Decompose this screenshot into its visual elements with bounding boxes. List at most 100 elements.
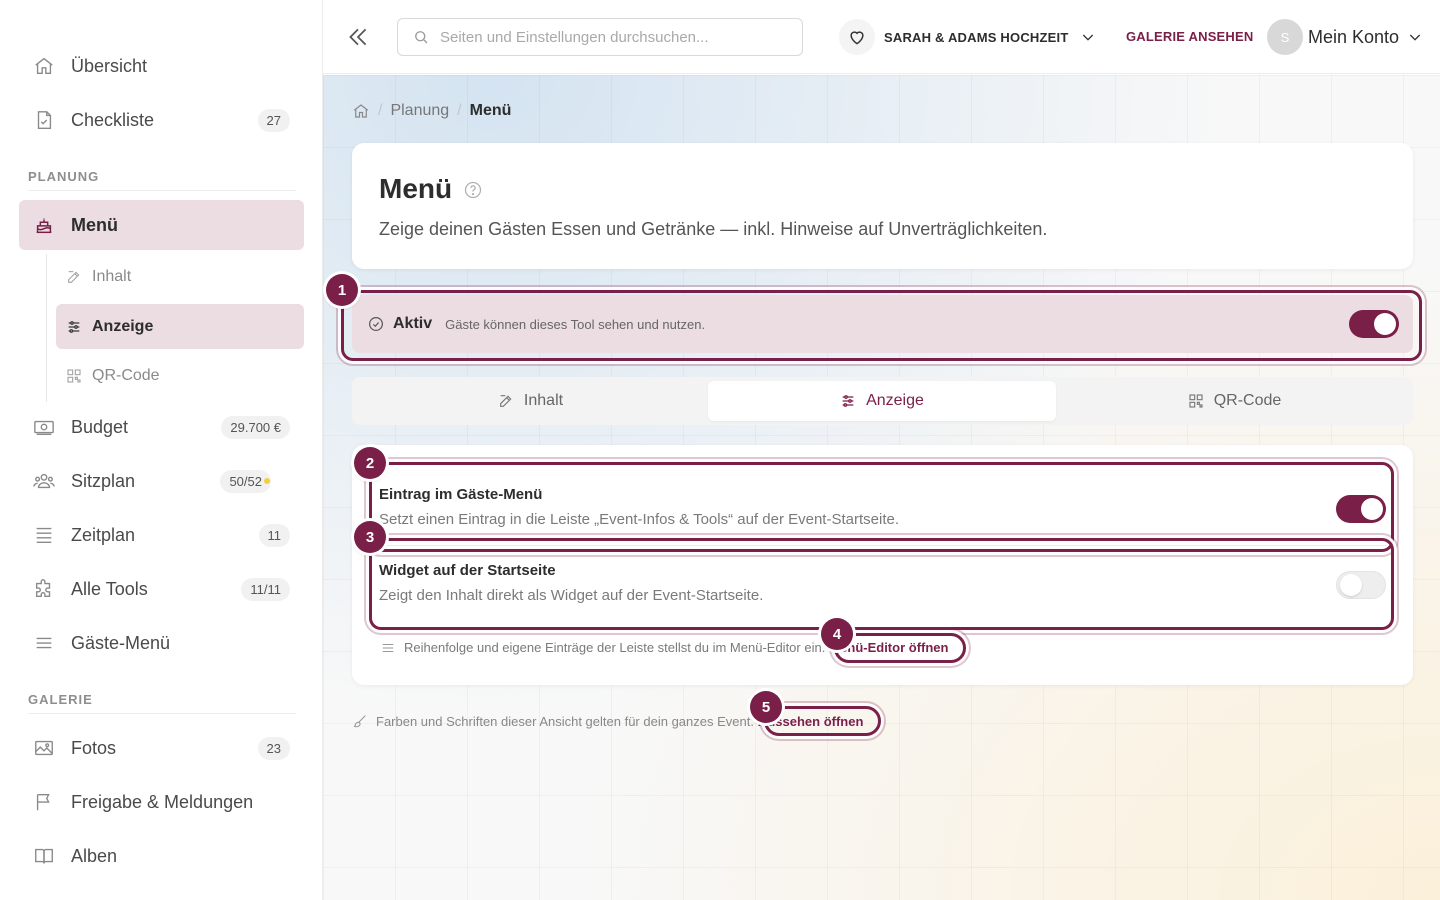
check-circle-icon bbox=[367, 315, 385, 333]
row-divider bbox=[379, 545, 1387, 546]
menu-icon bbox=[33, 632, 55, 654]
active-label: Aktiv bbox=[393, 315, 433, 332]
sidebar-item-label: Sitzplan bbox=[71, 470, 136, 491]
avatar: S bbox=[1267, 19, 1303, 55]
search-box[interactable] bbox=[397, 18, 803, 56]
sidebar-item-label: Gäste-Menü bbox=[71, 632, 171, 653]
count-badge: 11/11 bbox=[241, 577, 290, 601]
collapse-sidebar-button[interactable] bbox=[345, 24, 371, 50]
home-widget-title: Widget auf der Startseite bbox=[379, 562, 556, 579]
tab-label: Inhalt bbox=[523, 392, 564, 409]
sidebar-subitem-label: QR-Code bbox=[92, 366, 160, 384]
sidebar-subitem-inhalt[interactable]: Inhalt bbox=[56, 254, 304, 299]
topbar: SARAH & ADAMS HOCHZEIT GALERIE ANSEHEN S… bbox=[323, 0, 1440, 74]
sidebar-subitem-anzeige[interactable]: Anzeige bbox=[56, 304, 304, 349]
chevron-down-icon bbox=[1407, 29, 1423, 45]
sidebar-subitem-label: Inhalt bbox=[92, 267, 132, 285]
sidebar-item-uebersicht[interactable]: Übersicht bbox=[19, 41, 304, 91]
sidebar: Übersicht Checkliste 27 PLANUNG Menü Inh… bbox=[0, 0, 323, 900]
help-icon[interactable] bbox=[463, 180, 483, 200]
sidebar-item-zeitplan[interactable]: Zeitplan 11 bbox=[19, 510, 304, 560]
image-icon bbox=[33, 737, 55, 759]
book-icon bbox=[33, 845, 55, 867]
tab-inhalt[interactable]: Inhalt bbox=[356, 381, 705, 421]
users-icon bbox=[33, 470, 55, 492]
menu-icon bbox=[381, 641, 395, 655]
sidebar-item-label: Übersicht bbox=[71, 55, 148, 76]
status-dot bbox=[264, 478, 270, 484]
callout-number-2: 2 bbox=[354, 447, 386, 479]
sidebar-subitem-label: Anzeige bbox=[92, 317, 154, 335]
amount-badge: 29.700 € bbox=[221, 415, 290, 439]
heart-icon bbox=[839, 19, 875, 55]
sidebar-item-freigabe[interactable]: Freigabe & Meldungen bbox=[19, 777, 304, 827]
home-icon[interactable] bbox=[352, 102, 370, 120]
callout-number-4: 4 bbox=[821, 618, 853, 650]
breadcrumb-current: Menü bbox=[469, 102, 512, 119]
page-header-card: Menü Zeige deinen Gästen Essen und Geträ… bbox=[352, 143, 1413, 269]
home-icon bbox=[33, 55, 55, 77]
submenu-rail bbox=[46, 254, 47, 402]
guest-menu-entry-title: Eintrag im Gäste-Menü bbox=[379, 486, 543, 503]
sidebar-item-label: Fotos bbox=[71, 737, 117, 758]
main-content: / Planung / Menü Menü Zeige deinen Gäste… bbox=[323, 75, 1440, 900]
sidebar-item-fotos[interactable]: Fotos 23 bbox=[19, 723, 304, 773]
sidebar-item-menue[interactable]: Menü bbox=[19, 200, 304, 250]
breadcrumb-separator: / bbox=[457, 102, 462, 119]
sidebar-item-label: Checkliste bbox=[71, 109, 155, 130]
page-description: Zeige deinen Gästen Essen und Getränke —… bbox=[379, 219, 1048, 239]
tool-active-toggle[interactable] bbox=[1349, 310, 1399, 338]
count-badge: 11 bbox=[258, 523, 290, 547]
view-gallery-link[interactable]: GALERIE ANSEHEN bbox=[1126, 29, 1253, 44]
view-tabs: Inhalt Anzeige QR-Code bbox=[352, 377, 1413, 425]
sidebar-subitem-qr-code[interactable]: QR-Code bbox=[56, 353, 304, 398]
list-icon bbox=[33, 524, 55, 546]
money-icon bbox=[33, 416, 55, 438]
tab-anzeige[interactable]: Anzeige bbox=[708, 381, 1056, 421]
qr-code-icon bbox=[1188, 393, 1204, 409]
sidebar-item-gaeste-menue[interactable]: Gäste-Menü bbox=[19, 618, 304, 668]
breadcrumb: / Planung / Menü bbox=[352, 102, 511, 120]
footnote-text: Farben und Schriften dieser Ansicht gelt… bbox=[376, 713, 754, 729]
page-title: Menü bbox=[379, 173, 453, 204]
hint-text: Reihenfolge und eigene Einträge der Leis… bbox=[404, 640, 826, 655]
count-badge: 23 bbox=[257, 736, 290, 760]
breadcrumb-planung[interactable]: Planung bbox=[390, 102, 449, 120]
event-name: SARAH & ADAMS HOCHZEIT bbox=[884, 29, 1069, 45]
double-chevron-left-icon bbox=[349, 28, 367, 46]
sidebar-item-label: Alle Tools bbox=[71, 578, 148, 599]
guest-menu-entry-toggle[interactable] bbox=[1336, 495, 1386, 523]
puzzle-icon bbox=[33, 578, 55, 600]
sidebar-item-checkliste[interactable]: Checkliste 27 bbox=[19, 95, 304, 145]
chevron-down-icon bbox=[1080, 29, 1096, 45]
account-menu[interactable]: S Mein Konto bbox=[1267, 18, 1423, 56]
brush-icon bbox=[352, 713, 368, 729]
tab-label: Anzeige bbox=[866, 392, 924, 409]
sliders-icon bbox=[65, 318, 83, 336]
event-selector[interactable]: SARAH & ADAMS HOCHZEIT bbox=[839, 17, 1096, 57]
section-label-galerie: GALERIE bbox=[28, 692, 93, 707]
count-badge: 27 bbox=[257, 108, 290, 132]
sidebar-item-sitzplan[interactable]: Sitzplan 50/52 bbox=[19, 456, 304, 506]
search-input[interactable] bbox=[440, 28, 802, 46]
callout-number-1: 1 bbox=[326, 274, 358, 306]
section-label-planung: PLANUNG bbox=[28, 169, 100, 184]
home-widget-toggle[interactable] bbox=[1336, 571, 1386, 599]
sliders-icon bbox=[840, 393, 856, 409]
sidebar-item-label: Freigabe & Meldungen bbox=[71, 791, 254, 812]
tab-qr-code[interactable]: QR-Code bbox=[1060, 381, 1409, 421]
checklist-icon bbox=[33, 109, 55, 131]
account-label: Mein Konto bbox=[1308, 26, 1400, 47]
sidebar-item-label: Zeitplan bbox=[71, 524, 136, 545]
breadcrumb-separator: / bbox=[378, 102, 383, 119]
home-widget-description: Zeigt den Inhalt direkt als Widget auf d… bbox=[379, 587, 764, 604]
active-status-bar: Aktiv Gäste können dieses Tool sehen und… bbox=[352, 295, 1413, 353]
active-description: Gäste können dieses Tool sehen und nutze… bbox=[445, 316, 706, 332]
guest-menu-entry-description: Setzt einen Eintrag in die Leiste „Event… bbox=[379, 511, 899, 528]
menu-editor-hint: Reihenfolge und eigene Einträge der Leis… bbox=[381, 640, 948, 655]
sidebar-item-alben[interactable]: Alben bbox=[19, 831, 304, 881]
sidebar-item-alle-tools[interactable]: Alle Tools 11/11 bbox=[19, 564, 304, 614]
search-icon bbox=[412, 28, 430, 46]
sidebar-item-budget[interactable]: Budget 29.700 € bbox=[19, 402, 304, 452]
callout-number-3: 3 bbox=[354, 521, 386, 553]
